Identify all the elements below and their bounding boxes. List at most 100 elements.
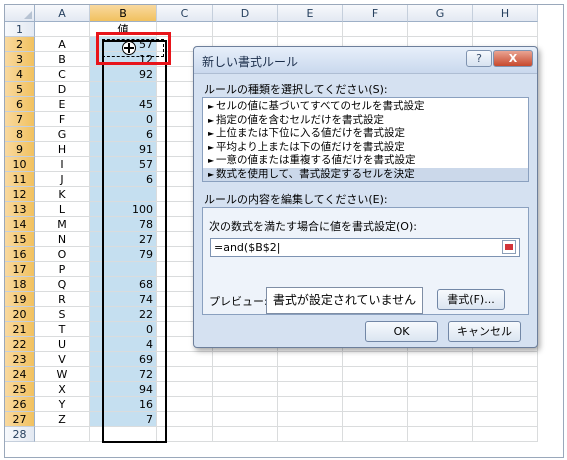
cell-e23[interactable]: [278, 352, 343, 367]
cell-b19[interactable]: 74: [90, 292, 157, 307]
cell-b4[interactable]: 92: [90, 67, 157, 82]
cell-e27[interactable]: [278, 412, 343, 427]
cell-a16[interactable]: O: [35, 247, 90, 262]
rule-type-item[interactable]: ► 一意の値または重複する値だけを書式設定: [203, 154, 528, 168]
cell-b23[interactable]: 69: [90, 352, 157, 367]
column-header-d[interactable]: D: [213, 5, 278, 22]
cell-c28[interactable]: [157, 427, 213, 442]
cell-b1[interactable]: 値: [90, 22, 157, 37]
row-header[interactable]: 6: [5, 97, 35, 112]
row-header[interactable]: 17: [5, 262, 35, 277]
cell-b24[interactable]: 72: [90, 367, 157, 382]
cell-a5[interactable]: D: [35, 82, 90, 97]
close-button[interactable]: X: [493, 50, 533, 67]
row-header[interactable]: 21: [5, 322, 35, 337]
row-header[interactable]: 24: [5, 367, 35, 382]
row-header[interactable]: 1: [5, 22, 35, 37]
row-header[interactable]: 12: [5, 187, 35, 202]
cell-c1[interactable]: [157, 22, 213, 37]
cell-a13[interactable]: L: [35, 202, 90, 217]
cell-g25[interactable]: [408, 382, 473, 397]
cell-h27[interactable]: [473, 412, 538, 427]
column-header-c[interactable]: C: [157, 5, 213, 22]
cell-h25[interactable]: [473, 382, 538, 397]
formula-input[interactable]: =and($B$2|: [210, 238, 520, 257]
row-header[interactable]: 23: [5, 352, 35, 367]
column-header-g[interactable]: G: [408, 5, 473, 22]
row-header[interactable]: 9: [5, 142, 35, 157]
cell-g28[interactable]: [408, 427, 473, 442]
cell-a12[interactable]: K: [35, 187, 90, 202]
cell-a3[interactable]: B: [35, 52, 90, 67]
cell-b11[interactable]: 6: [90, 172, 157, 187]
row-header[interactable]: 27: [5, 412, 35, 427]
row-header[interactable]: 20: [5, 307, 35, 322]
cell-b3[interactable]: 12: [90, 52, 157, 67]
rule-type-item[interactable]: ► 数式を使用して、書式設定するセルを決定: [203, 167, 528, 181]
help-button[interactable]: ?: [466, 50, 492, 67]
row-header[interactable]: 18: [5, 277, 35, 292]
cell-a19[interactable]: R: [35, 292, 90, 307]
row-header[interactable]: 22: [5, 337, 35, 352]
cell-a9[interactable]: H: [35, 142, 90, 157]
cell-a1[interactable]: [35, 22, 90, 37]
cell-h28[interactable]: [473, 427, 538, 442]
cell-c25[interactable]: [157, 382, 213, 397]
cell-a24[interactable]: W: [35, 367, 90, 382]
select-all-button[interactable]: [5, 5, 35, 22]
cell-d27[interactable]: [213, 412, 278, 427]
cell-c23[interactable]: [157, 352, 213, 367]
row-header[interactable]: 5: [5, 82, 35, 97]
column-header-f[interactable]: F: [343, 5, 408, 22]
cell-f1[interactable]: [343, 22, 408, 37]
cell-f24[interactable]: [343, 367, 408, 382]
cell-f25[interactable]: [343, 382, 408, 397]
cell-b9[interactable]: 91: [90, 142, 157, 157]
row-header[interactable]: 15: [5, 232, 35, 247]
rule-type-item[interactable]: ► セルの値に基づいてすべてのセルを書式設定: [203, 100, 528, 114]
cell-b22[interactable]: 4: [90, 337, 157, 352]
cell-a6[interactable]: E: [35, 97, 90, 112]
cell-b16[interactable]: 79: [90, 247, 157, 262]
cell-a10[interactable]: I: [35, 157, 90, 172]
cell-b8[interactable]: 6: [90, 127, 157, 142]
cell-h24[interactable]: [473, 367, 538, 382]
cell-b10[interactable]: 57: [90, 157, 157, 172]
row-header[interactable]: 11: [5, 172, 35, 187]
column-header-e[interactable]: E: [278, 5, 343, 22]
row-header[interactable]: 2: [5, 37, 35, 52]
cell-h26[interactable]: [473, 397, 538, 412]
cell-b26[interactable]: 16: [90, 397, 157, 412]
rule-type-item[interactable]: ► 上位または下位に入る値だけを書式設定: [203, 127, 528, 141]
cell-c27[interactable]: [157, 412, 213, 427]
cell-e1[interactable]: [278, 22, 343, 37]
cell-g1[interactable]: [408, 22, 473, 37]
cell-a4[interactable]: C: [35, 67, 90, 82]
cell-b14[interactable]: 78: [90, 217, 157, 232]
cell-g27[interactable]: [408, 412, 473, 427]
cell-a7[interactable]: F: [35, 112, 90, 127]
cell-c24[interactable]: [157, 367, 213, 382]
cancel-button[interactable]: キャンセル: [448, 321, 521, 342]
row-header[interactable]: 4: [5, 67, 35, 82]
cell-f26[interactable]: [343, 397, 408, 412]
cell-f27[interactable]: [343, 412, 408, 427]
cell-e24[interactable]: [278, 367, 343, 382]
row-header[interactable]: 7: [5, 112, 35, 127]
cell-a2[interactable]: A: [35, 37, 90, 52]
row-header[interactable]: 25: [5, 382, 35, 397]
cell-a22[interactable]: U: [35, 337, 90, 352]
cell-b18[interactable]: 68: [90, 277, 157, 292]
cell-b27[interactable]: 7: [90, 412, 157, 427]
cell-b25[interactable]: 94: [90, 382, 157, 397]
cell-a15[interactable]: N: [35, 232, 90, 247]
column-header-b[interactable]: B: [90, 5, 157, 22]
cell-b12[interactable]: [90, 187, 157, 202]
ok-button[interactable]: OK: [365, 321, 438, 342]
row-header[interactable]: 8: [5, 127, 35, 142]
cell-e25[interactable]: [278, 382, 343, 397]
cell-d23[interactable]: [213, 352, 278, 367]
cell-b13[interactable]: 100: [90, 202, 157, 217]
cell-a28[interactable]: [35, 427, 90, 442]
row-header[interactable]: 19: [5, 292, 35, 307]
